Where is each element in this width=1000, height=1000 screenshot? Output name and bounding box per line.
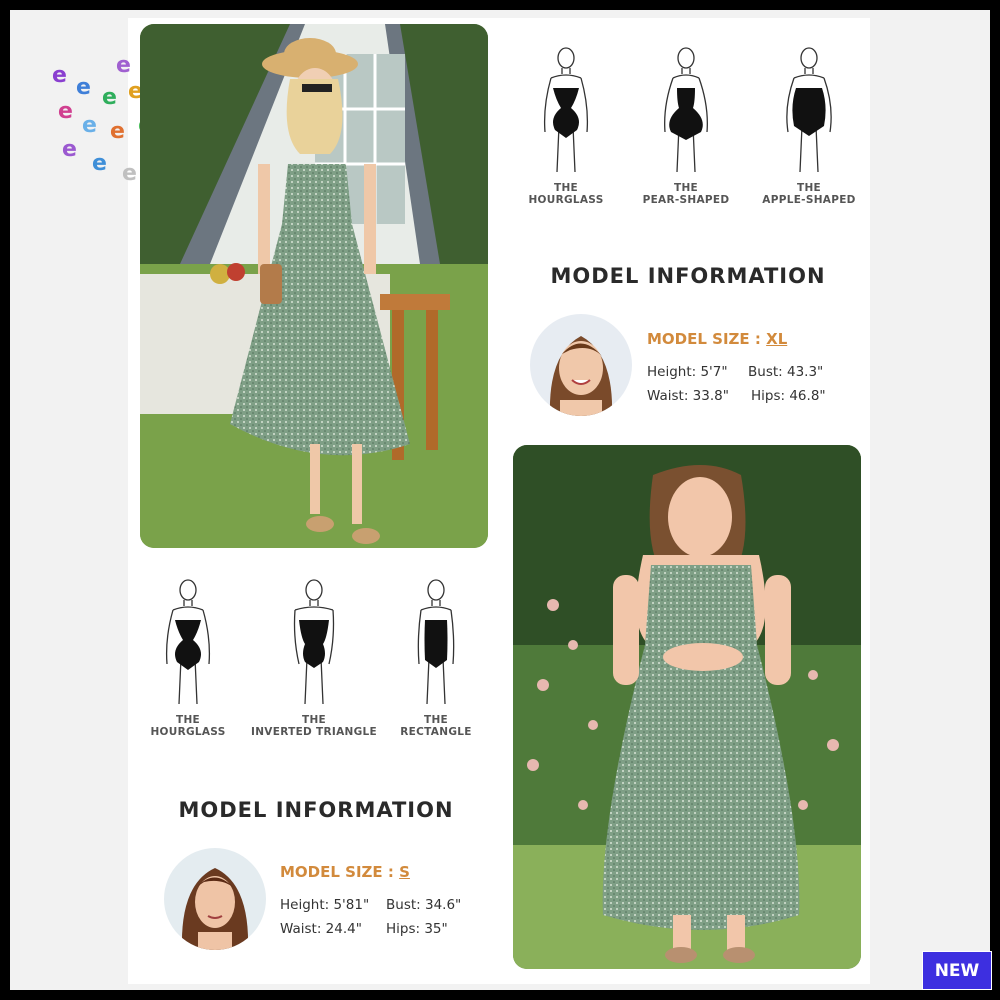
bust-value-bottom: Bust: 34.6" xyxy=(386,897,462,913)
rectangle-figure-icon xyxy=(417,579,455,705)
svg-text:e: e xyxy=(122,161,137,186)
hips-value-top: Hips: 46.8" xyxy=(751,388,826,404)
model-size-label-bottom: MODEL SIZE : S xyxy=(280,863,410,881)
pear-figure-icon xyxy=(664,47,708,173)
svg-text:e: e xyxy=(76,75,91,100)
model-photo-small-size xyxy=(140,24,488,548)
body-shape-pear-top: THE PEAR-SHAPED xyxy=(636,46,736,206)
svg-text:e: e xyxy=(52,63,67,88)
hips-value-bottom: Hips: 35" xyxy=(386,921,448,937)
svg-text:e: e xyxy=(62,137,77,162)
hourglass-figure-icon xyxy=(165,579,211,705)
product-image-frame: e e e e e e e e e e e e e xyxy=(10,10,990,990)
model-info-heading-bottom: MODEL INFORMATION xyxy=(178,798,454,822)
waist-value-top: Waist: 33.8" xyxy=(647,388,729,404)
body-shape-rectangle-bottom: THE RECTANGLE xyxy=(388,578,484,738)
model-size-label-top: MODEL SIZE : XL xyxy=(647,330,788,348)
apple-figure-icon xyxy=(786,47,832,173)
body-shape-inverted-triangle-bottom: THE INVERTED TRIANGLE xyxy=(248,578,380,738)
svg-text:e: e xyxy=(58,99,73,124)
inverted-triangle-figure-icon xyxy=(293,579,335,705)
body-shape-hourglass-top: THE HOURGLASS xyxy=(518,46,614,206)
svg-text:e: e xyxy=(82,113,97,138)
avatar-small-size-model xyxy=(164,848,266,950)
svg-text:e: e xyxy=(116,53,131,78)
body-shape-apple-top: THE APPLE-SHAPED xyxy=(756,46,862,206)
body-shape-hourglass-bottom: THE HOURGLASS xyxy=(140,578,236,738)
svg-text:e: e xyxy=(110,119,125,144)
svg-text:e: e xyxy=(92,151,107,176)
bust-value-top: Bust: 43.3" xyxy=(748,364,824,380)
avatar-plus-size-model xyxy=(530,314,632,416)
new-badge: NEW xyxy=(922,951,992,990)
height-value-top: Height: 5'7" xyxy=(647,364,728,380)
hourglass-figure-icon xyxy=(543,47,589,173)
svg-text:e: e xyxy=(102,85,117,110)
waist-value-bottom: Waist: 24.4" xyxy=(280,921,362,937)
height-value-bottom: Height: 5'81" xyxy=(280,897,370,913)
model-photo-plus-size xyxy=(513,445,861,969)
model-info-heading-top: MODEL INFORMATION xyxy=(550,264,826,288)
